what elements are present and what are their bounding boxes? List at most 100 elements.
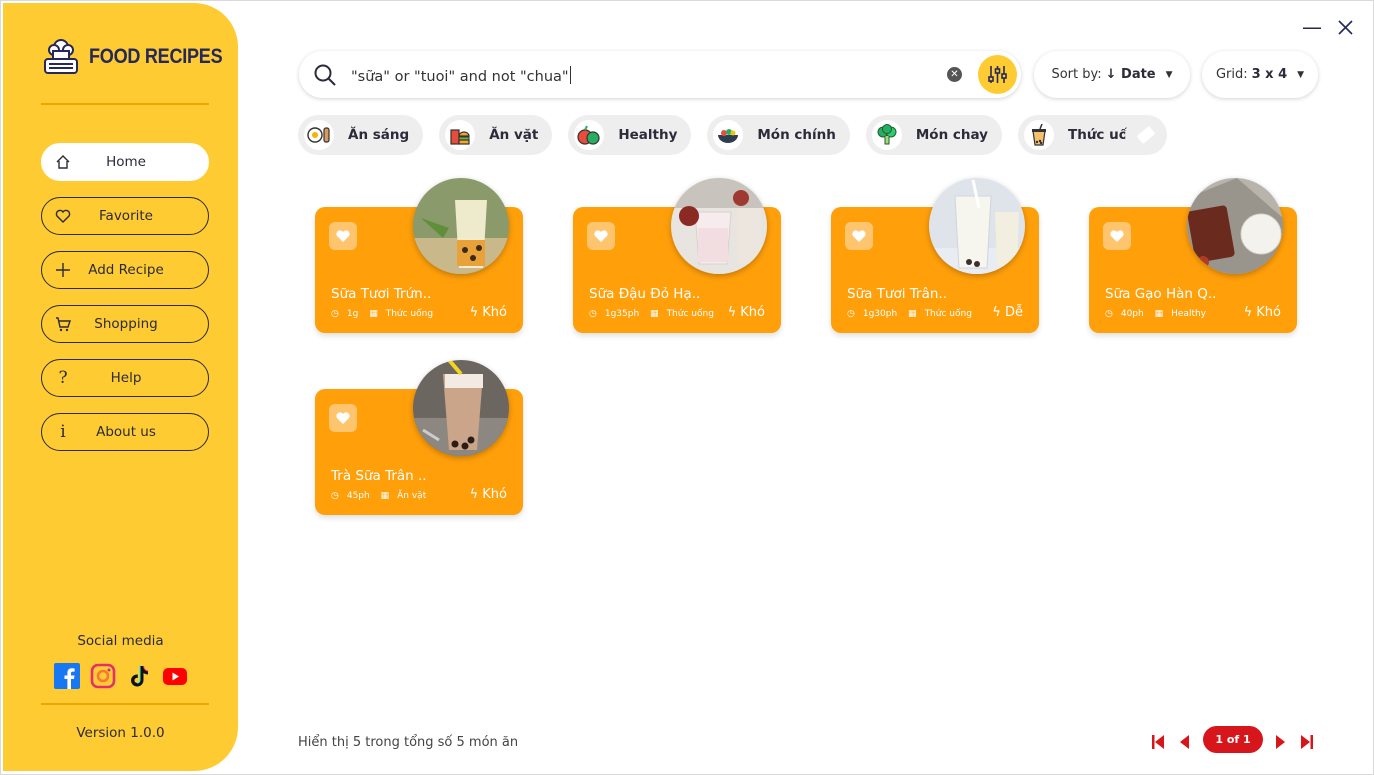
bolt-icon: ϟ	[727, 305, 741, 320]
sidebar-item-home[interactable]: Home	[41, 143, 209, 181]
grid-dropdown[interactable]: Grid: 3 x 4 ▼	[1202, 51, 1318, 98]
chevron-down-icon: ▼	[1165, 69, 1173, 80]
clock-icon: ◷	[589, 309, 597, 319]
recipe-difficulty: ϟ Khó	[1244, 305, 1281, 320]
category-snack[interactable]: Ăn vặt	[439, 115, 553, 155]
youtube-icon[interactable]	[162, 663, 188, 689]
clock-icon: ◷	[331, 491, 339, 501]
category-main-dish[interactable]: Món chính	[707, 115, 850, 155]
sidebar-item-about[interactable]: i About us	[41, 413, 209, 451]
sidebar-divider-bottom	[41, 703, 209, 705]
category-label: Healthy	[618, 127, 678, 143]
instagram-icon[interactable]	[90, 663, 116, 689]
category-label: Ăn sáng	[348, 127, 410, 143]
recipe-title: Sữa Gạo Hàn Q..	[1105, 286, 1217, 302]
main-dish-icon	[713, 120, 744, 150]
sort-dropdown[interactable]: Sort by: ↓ Date ▼	[1034, 51, 1190, 98]
recipe-time: 40ph	[1120, 309, 1144, 319]
search-icon	[314, 64, 336, 86]
category-breakfast[interactable]: Ăn sáng	[298, 115, 424, 155]
recipe-photo	[671, 178, 767, 274]
bolt-icon: ϟ	[469, 305, 483, 320]
favorite-button[interactable]	[329, 222, 357, 250]
sliders-icon	[988, 66, 1007, 83]
favorite-button[interactable]	[329, 404, 357, 432]
difficulty-label: Khó	[740, 305, 765, 320]
sidebar-divider	[41, 103, 209, 105]
next-page-icon[interactable]	[1275, 734, 1289, 750]
page-indicator: 1 of 1	[1203, 726, 1263, 753]
recipe-card[interactable]: Trà Sữa Trân .. ◷ 45ph ▦ Ăn vặt ϟ Khó	[315, 360, 523, 515]
heart-icon	[1110, 230, 1124, 242]
favorite-button[interactable]	[1103, 222, 1131, 250]
clock-icon: ◷	[1105, 309, 1113, 319]
filter-button[interactable]	[978, 55, 1017, 94]
chevron-down-icon: ▼	[1297, 69, 1305, 80]
recipe-meta: ◷ 40ph ▦ Healthy	[1105, 309, 1214, 319]
eraser-icon	[1137, 126, 1155, 144]
broccoli-icon	[871, 120, 902, 150]
clear-filters-button[interactable]	[1125, 115, 1167, 155]
plus-icon	[54, 261, 72, 279]
category-label: Món chính	[757, 127, 836, 143]
sort-value: ↓ Date	[1105, 67, 1156, 82]
tiktok-icon[interactable]	[126, 663, 152, 689]
recipe-title: Trà Sữa Trân ..	[331, 468, 427, 484]
previous-page-icon[interactable]	[1178, 734, 1192, 750]
recipe-category: Healthy	[1171, 309, 1207, 319]
category-label: Món chay	[915, 127, 988, 143]
recipe-time: 1g	[346, 309, 359, 319]
minimize-icon[interactable]: —	[1302, 15, 1322, 39]
clock-icon: ◷	[847, 309, 855, 319]
clear-search-icon[interactable]: ✕	[947, 67, 962, 82]
bolt-icon: ϟ	[1243, 305, 1257, 320]
difficulty-label: Khó	[1256, 305, 1281, 320]
favorite-button[interactable]	[845, 222, 873, 250]
heart-icon	[336, 230, 350, 242]
sidebar-item-shopping[interactable]: Shopping	[41, 305, 209, 343]
clock-icon: ◷	[331, 309, 339, 319]
first-page-icon[interactable]	[1151, 734, 1165, 750]
recipe-time: 1g35ph	[604, 309, 640, 319]
category-healthy[interactable]: Healthy	[568, 115, 692, 155]
app-logo: FOOD RECIPES	[41, 37, 244, 77]
sidebar-item-favorite[interactable]: Favorite	[41, 197, 209, 235]
recipe-meta: ◷ 1g ▦ Thức uống	[331, 309, 441, 319]
cart-icon	[54, 315, 72, 333]
recipe-difficulty: ϟ Khó	[728, 305, 765, 320]
sidebar-item-help[interactable]: ? Help	[41, 359, 209, 397]
close-icon[interactable]	[1338, 16, 1353, 40]
difficulty-label: Khó	[482, 305, 507, 320]
favorite-button[interactable]	[587, 222, 615, 250]
last-page-icon[interactable]	[1300, 734, 1314, 750]
category-icon: ▦	[369, 309, 378, 319]
bolt-icon: ϟ	[469, 487, 483, 502]
recipe-category: Thức uống	[924, 309, 972, 319]
recipe-card[interactable]: Sữa Tươi Trứn.. ◷ 1g ▦ Thức uống ϟ Khó	[315, 178, 523, 333]
recipe-meta: ◷ 45ph ▦ Ăn vặt	[331, 491, 434, 501]
recipe-card[interactable]: Sữa Tươi Trân.. ◷ 1g30ph ▦ Thức uống ϟ Dễ	[831, 178, 1039, 333]
facebook-icon[interactable]	[54, 663, 80, 689]
recipe-photo	[413, 360, 509, 456]
recipe-difficulty: ϟ Khó	[470, 487, 507, 502]
recipe-title: Sữa Tươi Trứn..	[331, 286, 432, 302]
app-title: FOOD RECIPES	[89, 45, 223, 68]
chef-hat-book-icon	[44, 39, 78, 74]
bolt-icon: ϟ	[992, 305, 1005, 320]
grid-label: Grid:	[1215, 67, 1248, 82]
sidebar-item-add-recipe[interactable]: Add Recipe	[41, 251, 209, 289]
recipe-photo	[413, 178, 509, 274]
heart-icon	[852, 230, 866, 242]
search-input[interactable]: "sữa" or "tuoi" and not "chua"	[351, 66, 571, 85]
recipe-category: Ăn vặt	[397, 491, 427, 501]
category-vegetarian[interactable]: Món chay	[865, 115, 1002, 155]
recipe-title: Sữa Đậu Đỏ Hạ..	[589, 286, 701, 302]
app-window: FOOD RECIPES Home Favorite Add Recipe Sh…	[0, 0, 1374, 775]
version-label: Version 1.0.0	[76, 725, 165, 741]
recipe-photo	[1187, 178, 1283, 274]
recipe-card[interactable]: Sữa Đậu Đỏ Hạ.. ◷ 1g35ph ▦ Thức uống ϟ Khó	[573, 178, 781, 333]
category-icon: ▦	[380, 491, 390, 501]
recipe-card[interactable]: Sữa Gạo Hàn Q.. ◷ 40ph ▦ Healthy ϟ Khó	[1089, 178, 1297, 333]
bubble-tea-icon	[1024, 120, 1054, 150]
results-summary: Hiển thị 5 trong tổng số 5 món ăn	[298, 735, 519, 750]
